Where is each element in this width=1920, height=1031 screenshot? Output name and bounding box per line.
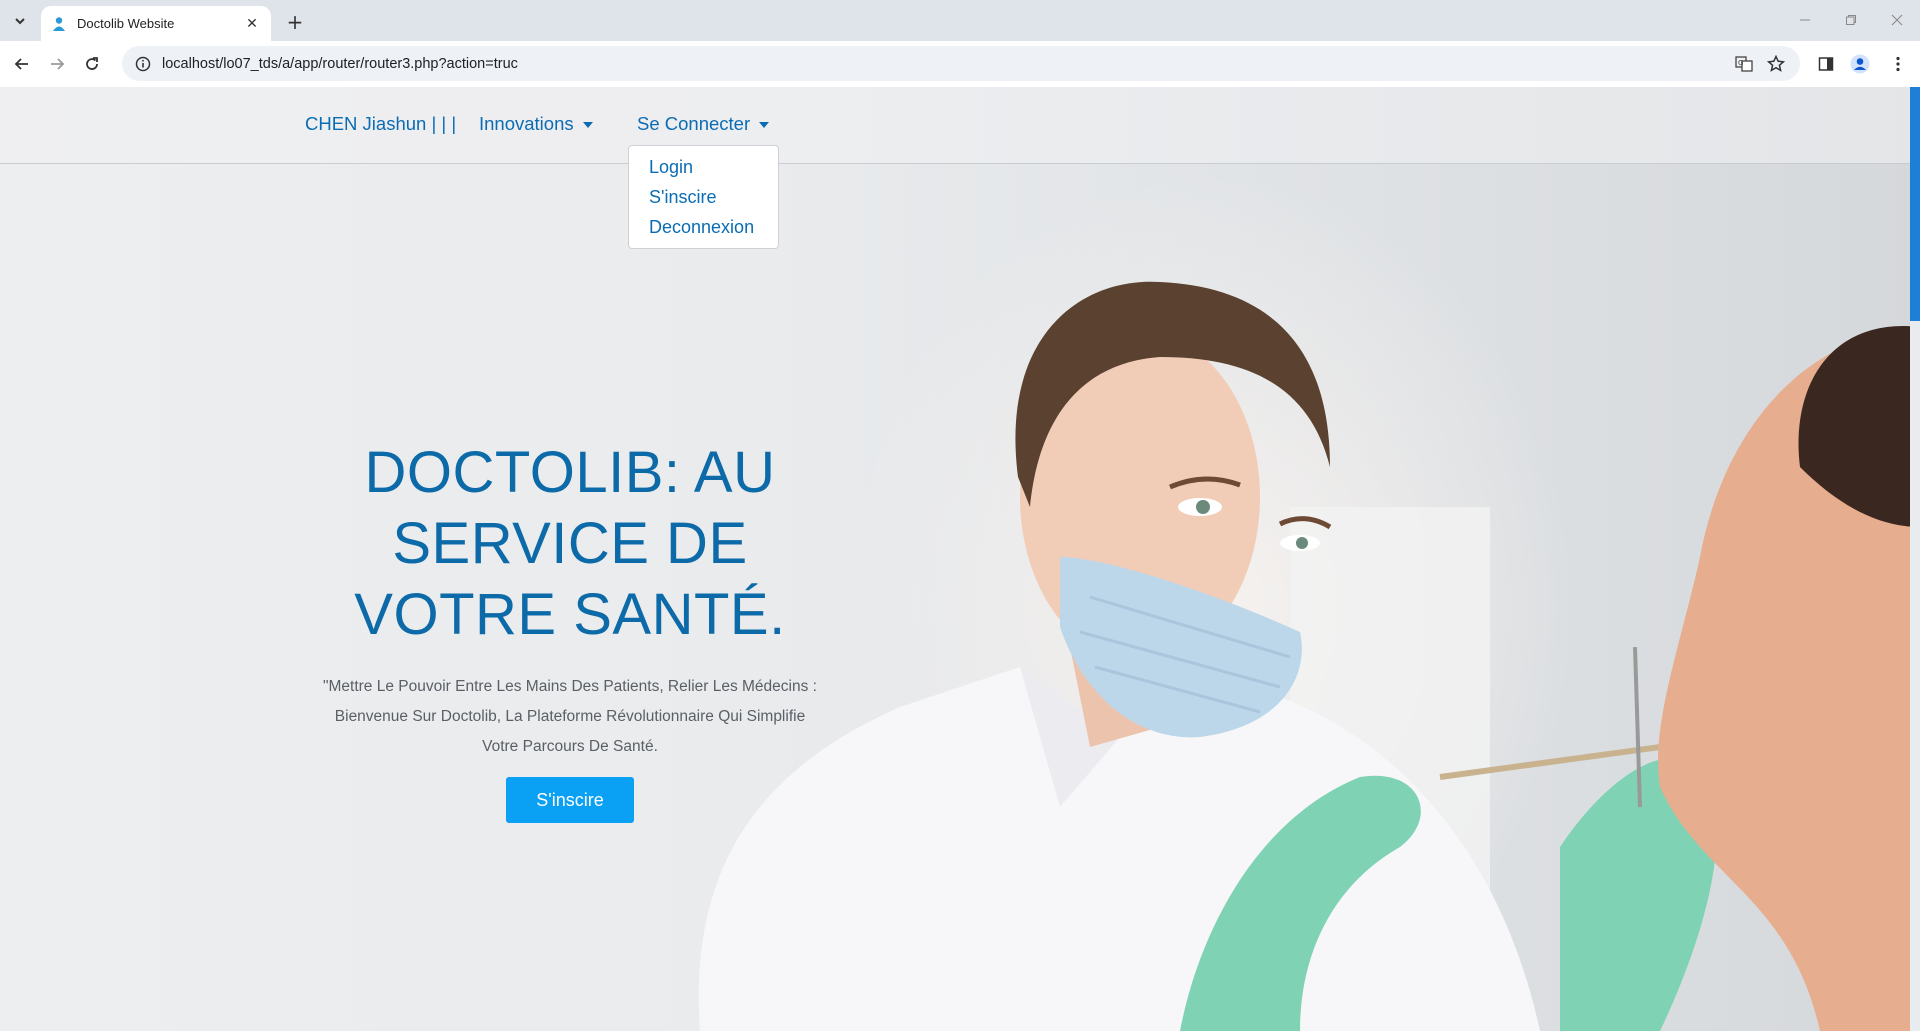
svg-text:G: G — [1738, 59, 1743, 67]
hero-signup-button[interactable]: S'inscire — [506, 777, 634, 823]
dropdown-item-signup[interactable]: S'inscire — [629, 182, 778, 212]
favicon-icon — [51, 16, 67, 32]
caret-down-icon — [582, 122, 593, 128]
translate-icon[interactable]: G — [1730, 50, 1758, 78]
star-icon[interactable] — [1762, 50, 1790, 78]
dropdown-item-login[interactable]: Login — [629, 152, 778, 182]
nav-dropdown-connect[interactable]: Se Connecter — [637, 113, 770, 135]
address-bar[interactable]: localhost/lo07_tds/a/app/router/router3.… — [122, 46, 1800, 81]
reload-icon[interactable] — [78, 50, 106, 78]
close-icon[interactable]: ✕ — [243, 15, 261, 33]
page-viewport: CHEN Jiashun | | | Innovations Se Connec… — [0, 87, 1920, 1031]
page-scrollbar[interactable] — [1910, 87, 1920, 1031]
kebab-menu-icon[interactable] — [1884, 50, 1912, 78]
side-panel-icon[interactable] — [1812, 50, 1840, 78]
tab-search-icon — [15, 18, 25, 25]
hero-title: DOCTOLIB: AU SERVICE DE VOTRE SANTÉ. — [300, 437, 840, 650]
window-close-icon[interactable] — [1880, 6, 1914, 34]
connect-dropdown-menu: Login S'inscire Deconnexion — [628, 145, 779, 249]
browser-toolbar: localhost/lo07_tds/a/app/router/router3.… — [0, 41, 1920, 87]
hero-title-line: SERVICE DE — [392, 511, 748, 576]
minimize-icon[interactable] — [1788, 6, 1822, 34]
nav-dropdown-innovations[interactable]: Innovations — [479, 113, 593, 135]
hero-subtitle: "Mettre Le Pouvoir Entre Les Mains Des P… — [300, 672, 840, 762]
dropdown-item-logout[interactable]: Deconnexion — [629, 212, 778, 242]
scrollbar-thumb[interactable] — [1910, 87, 1920, 321]
forward-arrow-icon[interactable] — [43, 50, 71, 78]
nav-connect-label: Se Connecter — [637, 113, 751, 134]
site-navbar: CHEN Jiashun | | | Innovations Se Connec… — [0, 87, 1910, 164]
hero-subtitle-line: Bienvenue Sur Doctolib, La Plateforme Ré… — [334, 708, 806, 725]
browser-tab-active[interactable]: Doctolib Website ✕ — [41, 6, 271, 41]
restore-icon[interactable] — [1834, 6, 1868, 34]
hero-background-image — [698, 281, 1920, 1031]
hero-subtitle-line: Votre Parcours De Santé. — [482, 738, 658, 755]
nav-innovations-label: Innovations — [479, 113, 574, 134]
browser-tab-strip: Doctolib Website ✕ + — [0, 0, 1920, 41]
profile-icon[interactable] — [1846, 50, 1874, 78]
site-info-icon[interactable] — [134, 55, 152, 73]
caret-down-icon — [759, 122, 770, 128]
navbar-brand[interactable]: CHEN Jiashun | | | — [305, 113, 456, 135]
url-text[interactable]: localhost/lo07_tds/a/app/router/router3.… — [162, 56, 518, 72]
hero-title-line: DOCTOLIB: AU — [364, 440, 776, 505]
hero-title-line: VOTRE SANTÉ. — [354, 582, 786, 647]
hero-text-block: DOCTOLIB: AU SERVICE DE VOTRE SANTÉ. "Me… — [300, 437, 840, 762]
tab-search-button[interactable] — [6, 8, 34, 34]
back-arrow-icon[interactable] — [8, 50, 36, 78]
tab-title: Doctolib Website — [77, 16, 175, 31]
plus-icon[interactable]: + — [282, 9, 308, 35]
hero-subtitle-line: "Mettre Le Pouvoir Entre Les Mains Des P… — [323, 678, 817, 695]
